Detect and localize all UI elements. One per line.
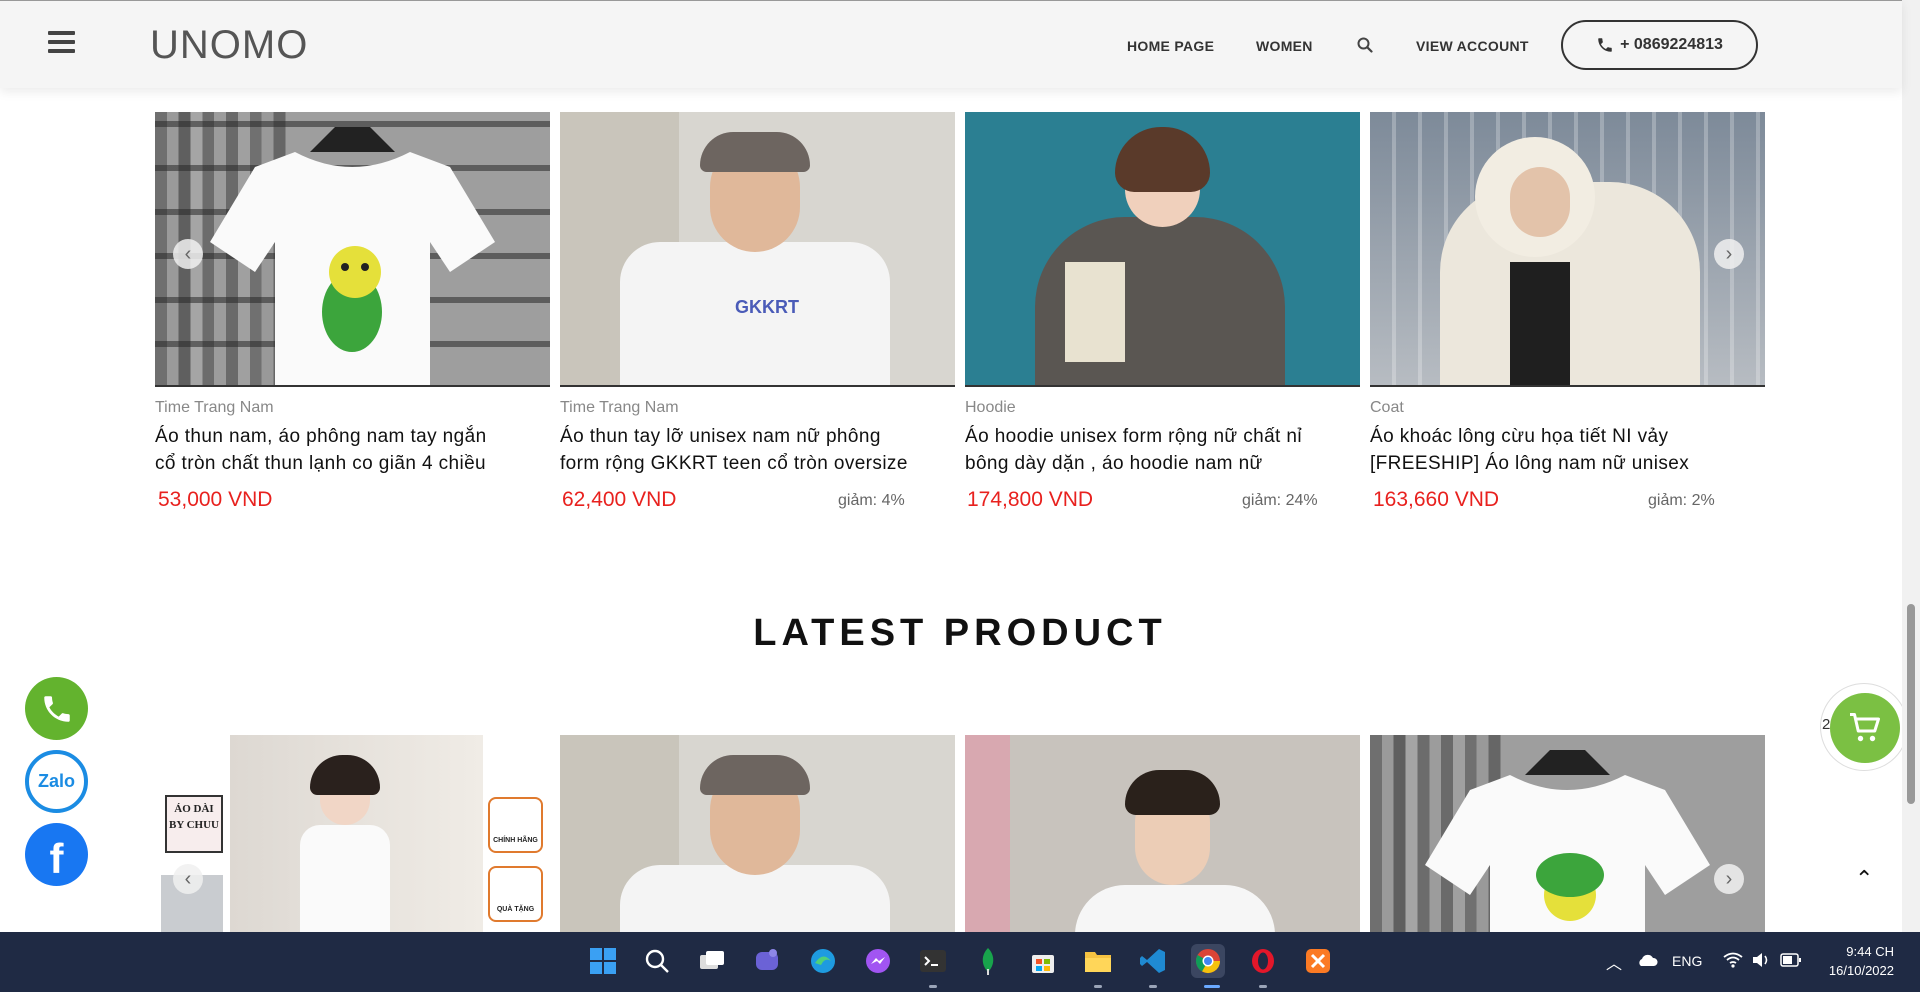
wifi-icon[interactable] [1722,951,1744,969]
tshirt-illustration [1425,750,1710,932]
teams-icon[interactable] [750,944,784,978]
scroll-to-top-icon[interactable]: ⌃ [1855,866,1873,892]
carousel-next-arrow-top[interactable]: › [1714,239,1744,269]
product-category[interactable]: Hoodie [965,399,1016,417]
phone-number: + 0869224813 [1620,36,1723,53]
xampp-icon[interactable] [1301,944,1335,978]
product-title-line: Áo thun tay lỡ unisex nam nữ phông [560,426,881,447]
menu-icon[interactable] [48,31,75,55]
carousel-prev-arrow-bottom[interactable]: ‹ [173,864,203,894]
taskbar-active-indicator [1204,985,1220,988]
search-icon[interactable] [1357,37,1373,53]
product-discount: giảm: 24% [1242,492,1318,509]
tray-chevron-icon[interactable]: ︿ [1606,950,1622,974]
carousel-next-arrow-bottom[interactable]: › [1714,864,1744,894]
edge-icon[interactable] [806,944,840,978]
start-icon[interactable] [586,944,620,978]
call-float-button[interactable] [25,677,88,740]
taskbar-active-indicator [1149,985,1157,988]
product-title[interactable]: Áo thun nam, áo phông nam tay ngắn cổ tr… [155,423,550,477]
page-scrollbar[interactable] [1902,0,1920,933]
site-header: UNOMO HOME PAGE WOMEN VIEW ACCOUNT + 086… [0,0,1902,88]
carousel-prev-arrow-top[interactable]: ‹ [173,239,203,269]
product-category[interactable]: Time Trang Nam [155,399,274,417]
search-taskbar-icon[interactable] [640,944,674,978]
taskbar-active-indicator [929,985,937,988]
brand-badge: ÁO DÀI BY CHUU [165,795,223,853]
cart-count: 2 [1822,716,1831,733]
cart-icon [1850,713,1880,742]
product-title-line: form rộng GKKRT teen cổ tròn oversize [560,453,908,474]
product-image-hoodie[interactable] [965,112,1360,387]
phone-icon [43,695,70,722]
product-discount: giảm: 2% [1648,492,1715,509]
phone-icon [1598,38,1612,52]
mongodb-icon[interactable] [971,944,1005,978]
product-image-ao-dai[interactable]: ÁO DÀI BY CHUU CHÍNH HÃNG QUÀ TẶNG [155,735,550,932]
terminal-icon[interactable] [916,944,950,978]
scrollbar-thumb[interactable] [1907,604,1915,804]
product-title-line: bông dày dặn , áo hoodie nam nữ [965,453,1263,474]
product-image-coat[interactable] [1370,112,1765,387]
product-title[interactable]: Áo hoodie unisex form rộng nữ chất nỉ bô… [965,423,1360,477]
product-image-tshirt-gkkrt[interactable]: GKKRT [560,112,955,387]
product-title[interactable]: Áo khoác lông cừu họa tiết NI vảy [FREES… [1370,423,1765,477]
product-price: 62,400 VND [562,488,677,511]
volume-icon[interactable] [1751,951,1771,969]
product-image-man-white-tee[interactable] [965,735,1360,932]
taskbar-active-indicator [1259,985,1267,988]
nav-home-page[interactable]: HOME PAGE [1127,38,1214,54]
product-image-tshirt-dino[interactable] [155,112,550,387]
taskbar-active-indicator [1094,985,1102,988]
product-image-tshirt-dino-latest[interactable] [1370,735,1765,932]
product-image-tshirt-gkkrt-latest[interactable] [560,735,955,932]
section-title-latest: LATEST PRODUCT [753,612,1167,654]
messenger-icon[interactable] [861,944,895,978]
file-explorer-icon[interactable] [1081,944,1115,978]
cart-circle [1830,693,1900,763]
product-price: 163,660 VND [1373,488,1500,511]
facebook-float-button[interactable]: f [25,823,88,886]
product-title-line: Áo hoodie unisex form rộng nữ chất nỉ [965,426,1302,447]
battery-icon[interactable] [1780,953,1802,967]
clock-date: 16/10/2022 [1828,963,1894,978]
product-title[interactable]: Áo thun tay lỡ unisex nam nữ phông form … [560,423,955,477]
task-view-icon[interactable] [695,944,729,978]
nav-view-account[interactable]: VIEW ACCOUNT [1416,38,1529,54]
product-price: 53,000 VND [158,488,273,511]
site-logo[interactable]: UNOMO [150,23,308,68]
clock[interactable]: 9:44 CH 16/10/2022 [1822,942,1894,980]
product-price: 174,800 VND [967,488,1094,511]
store-icon[interactable] [1026,944,1060,978]
tag-gift: QUÀ TẶNG [488,866,543,922]
product-title-line: Áo thun nam, áo phông nam tay ngắn [155,426,487,447]
product-discount: giảm: 4% [838,492,905,509]
phone-button[interactable]: + 0869224813 [1561,20,1758,70]
onedrive-icon[interactable] [1636,952,1658,968]
zalo-label: Zalo [37,771,75,791]
nav-women[interactable]: WOMEN [1256,38,1313,54]
zalo-float-button[interactable]: Zalo [25,750,88,813]
opera-icon[interactable] [1246,944,1280,978]
shirt-print: GKKRT [735,297,799,317]
clock-time: 9:44 CH [1846,944,1894,959]
tag-authentic: CHÍNH HÃNG [488,797,543,853]
facebook-icon: f [49,834,64,882]
tshirt-illustration [210,127,495,385]
product-title-line: [FREESHIP] Áo lông nam nữ unisex [1370,453,1690,474]
cart-float-button[interactable] [1820,683,1908,771]
product-title-line: cổ tròn chất thun lạnh co giãn 4 chiều [155,453,487,474]
chrome-icon[interactable] [1191,944,1225,978]
vscode-icon[interactable] [1136,944,1170,978]
product-title-line: Áo khoác lông cừu họa tiết NI vảy [1370,426,1669,447]
windows-taskbar [0,932,1920,992]
product-category[interactable]: Time Trang Nam [560,399,679,417]
language-indicator[interactable]: ENG [1672,953,1702,969]
product-category[interactable]: Coat [1370,399,1404,417]
